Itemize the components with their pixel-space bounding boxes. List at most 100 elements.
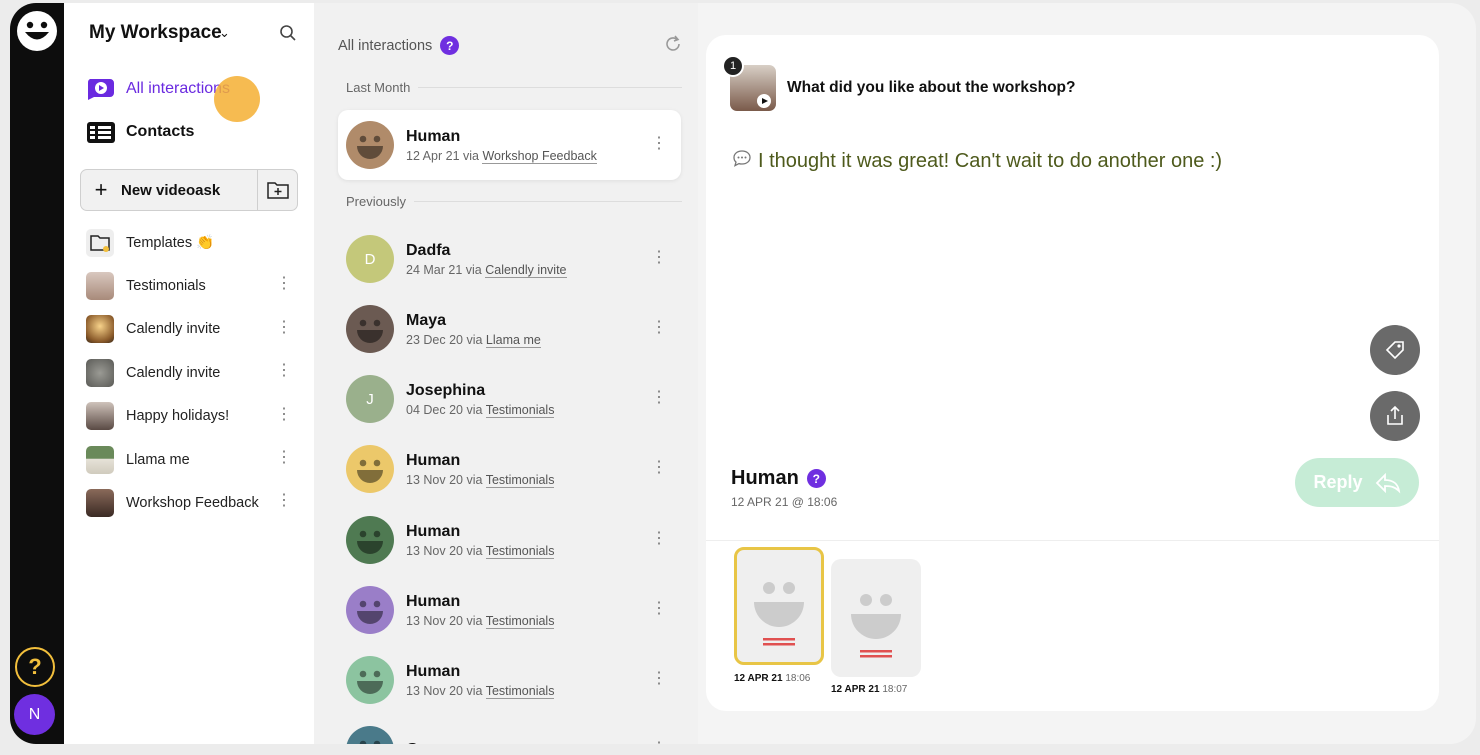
more-options-icon[interactable]: ⋮ [651, 601, 667, 617]
contact-name: Human [406, 662, 461, 680]
list-header: All interactions ? [338, 36, 460, 55]
folder-label: Workshop Feedback [126, 495, 259, 512]
user-avatar-button[interactable]: N [14, 694, 55, 735]
folder-thumbnail [86, 315, 114, 344]
more-options-icon[interactable]: ⋮ [651, 460, 667, 476]
clip-time: 18:06 [785, 673, 811, 684]
nav-label: Contacts [126, 123, 195, 140]
more-options-icon[interactable]: ⋮ [651, 320, 667, 336]
more-options-icon[interactable]: ⋮ [276, 363, 292, 379]
reply-button[interactable]: Reply [1295, 458, 1419, 507]
workspace-selector[interactable]: My Workspace [89, 22, 222, 44]
interaction-date: 04 Dec 20 via [406, 402, 486, 417]
interaction-meta: 23 Dec 20 via Llama me [406, 332, 541, 348]
contact-avatar: J [346, 375, 394, 423]
new-videoask-button[interactable]: + New videoask [80, 169, 298, 211]
tag-icon [1385, 341, 1404, 360]
interaction-text: Dadfa 24 Mar 21 via Calendly invite [406, 242, 567, 278]
source-link[interactable]: Calendly invite [485, 262, 567, 278]
source-link[interactable]: Testimonials [485, 472, 555, 488]
source-link[interactable]: Testimonials [485, 543, 555, 559]
interaction-text: George [406, 741, 462, 744]
new-videoask-label: New videoask [121, 181, 221, 199]
interaction-row[interactable]: George ⋮ [338, 715, 681, 744]
folder-item-calendly-invite[interactable]: Calendly invite ⋮ [86, 308, 304, 351]
interaction-date: 13 Nov 20 via [406, 613, 486, 628]
more-options-icon[interactable]: ⋮ [651, 531, 667, 547]
more-options-icon[interactable]: ⋮ [651, 390, 667, 406]
search-icon[interactable] [279, 24, 299, 44]
contact-name-text: Human [731, 467, 799, 489]
help-badge-icon[interactable]: ? [440, 36, 460, 55]
source-link[interactable]: Testimonials [485, 613, 555, 629]
more-options-icon[interactable]: ⋮ [276, 449, 292, 466]
interaction-meta: 13 Nov 20 via Testimonials [406, 683, 555, 699]
contact-avatar [346, 726, 394, 744]
interaction-row[interactable]: Human 13 Nov 20 via Testimonials ⋮ [338, 434, 681, 504]
folder-label: Llama me [126, 451, 190, 468]
contact-name: Human [406, 127, 461, 145]
chevron-down-icon[interactable]: ⌄ [219, 25, 230, 41]
nav-all-interactions[interactable]: All interactions [86, 77, 230, 101]
interaction-meta: 24 Mar 21 via Calendly invite [406, 262, 567, 278]
more-options-icon[interactable]: ⋮ [276, 319, 292, 336]
videoask-logo-icon[interactable] [15, 9, 59, 53]
interaction-row[interactable]: Maya 23 Dec 20 via Llama me ⋮ [338, 294, 681, 364]
folder-item-testimonials[interactable]: Testimonials ⋮ [86, 264, 304, 307]
refresh-icon[interactable] [662, 33, 684, 55]
source-link[interactable]: Llama me [485, 332, 541, 348]
response-clip[interactable] [831, 559, 921, 677]
folder-thumbnail [86, 358, 114, 387]
folder-item-calendly-invite-2[interactable]: Calendly invite ⋮ [86, 351, 304, 394]
section-label: Previously [346, 194, 682, 209]
interaction-row[interactable]: Human 13 Nov 20 via Testimonials ⋮ [338, 645, 681, 715]
folder-item-workshop-feedback[interactable]: Workshop Feedback ⋮ [86, 481, 304, 524]
interaction-row[interactable]: Human 13 Nov 20 via Testimonials ⋮ [338, 575, 681, 645]
more-options-icon[interactable]: ⋮ [651, 250, 667, 266]
more-options-icon[interactable]: ⋮ [651, 671, 667, 687]
question-number-badge: 1 [722, 55, 744, 77]
new-folder-button[interactable] [257, 170, 297, 210]
speech-bubble-icon [732, 149, 752, 173]
smiley-placeholder-icon [851, 594, 901, 658]
source-link[interactable]: Testimonials [485, 683, 555, 699]
contact-name: Josephina [406, 381, 486, 399]
source-link[interactable]: Testimonials [485, 402, 555, 418]
folder-icon [86, 228, 114, 257]
contact-avatar [346, 586, 394, 634]
more-options-icon[interactable]: ⋮ [651, 136, 667, 152]
contact-name: Human [406, 451, 461, 469]
contact-name[interactable]: Human ? [731, 467, 826, 490]
interaction-row[interactable]: Human 13 Nov 20 via Testimonials ⋮ [338, 505, 681, 575]
help-badge-icon[interactable]: ? [806, 469, 826, 488]
folder-item-templates[interactable]: Templates 👏 [86, 221, 304, 264]
interaction-meta: 04 Dec 20 via Testimonials [406, 402, 555, 418]
interaction-meta: 13 Nov 20 via Testimonials [406, 472, 555, 488]
interaction-row[interactable]: Human 12 Apr 21 via Workshop Feedback ⋮ [338, 110, 681, 180]
interaction-text: Human 13 Nov 20 via Testimonials [406, 451, 555, 488]
folder-item-happy-holidays[interactable]: Happy holidays! ⋮ [86, 395, 304, 438]
help-button[interactable]: ? [15, 647, 55, 687]
clip-timestamp: 12 APR 21 18:07 [831, 684, 907, 695]
tag-button[interactable] [1370, 325, 1420, 375]
clip-timestamp: 12 APR 21 18:06 [734, 673, 810, 684]
interaction-row[interactable]: D Dadfa 24 Mar 21 via Calendly invite ⋮ [338, 224, 681, 294]
more-options-icon[interactable]: ⋮ [651, 741, 667, 745]
contact-avatar [346, 305, 394, 353]
more-options-icon[interactable]: ⋮ [276, 406, 292, 423]
response-timestamp: 12 APR 21 @ 18:06 [731, 495, 838, 509]
share-button[interactable] [1370, 391, 1420, 441]
folder-thumbnail [86, 445, 114, 474]
smiley-placeholder-icon [754, 582, 804, 646]
more-options-icon[interactable]: ⋮ [276, 493, 292, 509]
interaction-row[interactable]: J Josephina 04 Dec 20 via Testimonials ⋮ [338, 364, 681, 434]
response-clip[interactable] [734, 547, 824, 665]
divider [706, 540, 1439, 541]
source-link[interactable]: Workshop Feedback [482, 148, 597, 164]
folder-label: Calendly invite [126, 364, 221, 381]
interaction-date: 13 Nov 20 via [406, 543, 486, 558]
nav-contacts[interactable]: Contacts [86, 120, 194, 144]
more-options-icon[interactable]: ⋮ [276, 276, 292, 292]
folder-item-llama-me[interactable]: Llama me ⋮ [86, 438, 304, 481]
clip-date: 12 APR 21 [734, 673, 783, 684]
